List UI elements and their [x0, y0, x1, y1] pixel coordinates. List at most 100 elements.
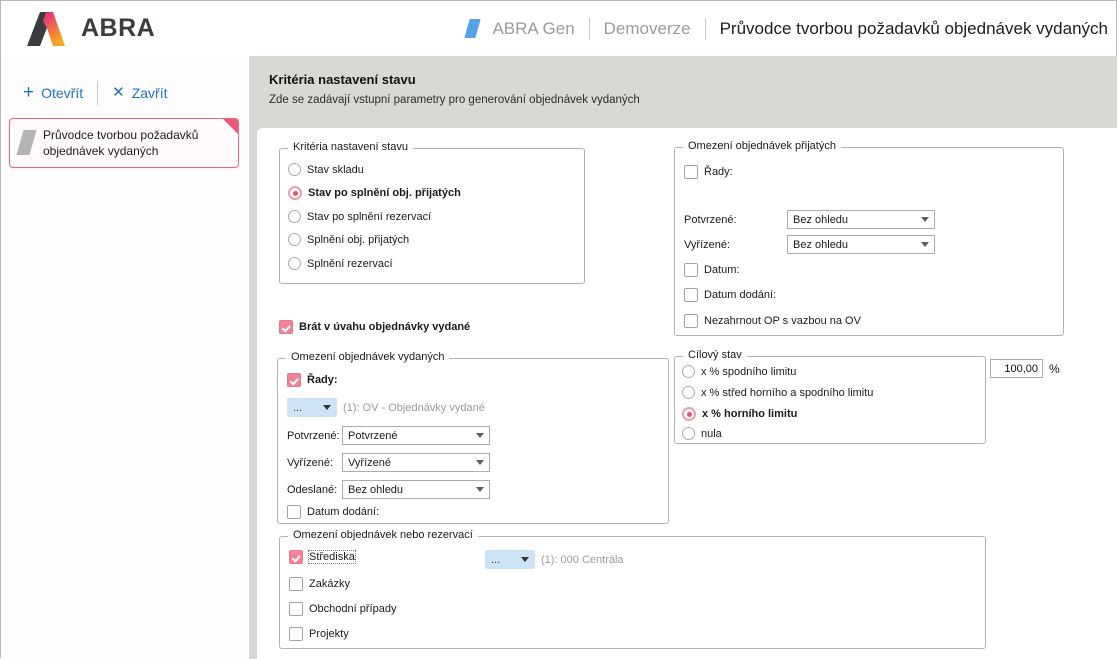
odeslane-select[interactable]: Bez ohledu: [342, 480, 490, 499]
radio-label: nula: [701, 428, 722, 440]
checkbox-label: Datum:: [704, 264, 739, 276]
checkbox-label: Řady:: [704, 166, 733, 178]
app-name: ABRA Gen: [492, 19, 574, 39]
rady-ov-picker-button[interactable]: ...: [287, 398, 337, 417]
strediska-picker-button[interactable]: ...: [485, 550, 535, 569]
radio-stav-po-splneni-op[interactable]: [288, 186, 302, 200]
checkbox-nezahrnout[interactable]: [684, 314, 698, 328]
sidebar: + Otevřít ✕ Zavřít Průvodce tvorbou poža…: [1, 56, 249, 659]
checkbox-strediska[interactable]: [289, 550, 303, 564]
checkbox-zakazky[interactable]: [289, 577, 303, 591]
radio-label: Splnění rezervací: [307, 258, 393, 270]
odeslane-label: Odeslané:: [287, 484, 337, 496]
radio-row-stav-po-splneni-rez[interactable]: Stav po splnění rezervací: [288, 210, 431, 223]
checkbox-row-projekty[interactable]: Projekty: [289, 627, 349, 641]
radio-row-horni-limit[interactable]: x % horního limitu: [682, 407, 797, 421]
open-button[interactable]: + Otevřít: [23, 85, 83, 101]
vyrizene-ov-value: Vyřízené: [348, 457, 391, 469]
nav-separator: [589, 18, 590, 40]
radio-row-splneni-rez[interactable]: Splnění rezervací: [288, 257, 393, 270]
checkbox-row-datum-dodani-op[interactable]: Datum dodání:: [684, 288, 776, 302]
top-bar: ABRA ABRA Gen Demoverze Průvodce tvorbou…: [1, 1, 1116, 56]
percent-sign: %: [1049, 362, 1060, 376]
include-issued-label: Brát v úvahu objednávky vydané: [299, 321, 470, 333]
potvrzene-op-select[interactable]: Bez ohledu: [787, 210, 935, 229]
ellipsis-icon: ...: [491, 556, 500, 564]
checkbox-obchodni-pripady[interactable]: [289, 602, 303, 616]
close-button-label: Zavřít: [132, 85, 168, 101]
abra-logo-text: ABRA: [81, 14, 155, 43]
radio-row-stred-limitu[interactable]: x % střed horního a spodního limitu: [682, 386, 873, 399]
vyrizene-ov-select[interactable]: Vyřízené: [342, 453, 490, 472]
plus-icon: +: [23, 86, 34, 100]
rady-ov-picker-row: ... (1): OV - Objednávky vydané: [287, 398, 485, 417]
chevron-down-icon: [921, 242, 929, 247]
potvrzene-op-value: Bez ohledu: [793, 214, 848, 226]
potvrzene-ov-value: Potvrzené: [348, 430, 398, 442]
radio-stav-skladu[interactable]: [288, 163, 301, 176]
checkbox-datum[interactable]: [684, 263, 698, 277]
radio-label: Stav po splnění rezervací: [307, 211, 431, 223]
ellipsis-icon: ...: [293, 404, 302, 412]
radio-label: Stav po splnění obj. přijatých: [308, 187, 461, 199]
chevron-down-icon: [476, 460, 484, 465]
checkbox-row-datum-dodani-ov[interactable]: Datum dodání:: [287, 505, 379, 519]
group-received-orders: Omezení objednávek přijatých Řady: Potvr…: [674, 147, 1064, 336]
checkbox-projekty[interactable]: [289, 627, 303, 641]
potvrzene-ov-select[interactable]: Potvrzené: [342, 426, 490, 445]
checkbox-row-datum[interactable]: Datum:: [684, 263, 739, 277]
close-icon: ✕: [112, 86, 125, 100]
radio-horni-limit[interactable]: [682, 407, 696, 421]
checkbox-row-nezahrnout[interactable]: Nezahrnout OP s vazbou na OV: [684, 314, 861, 328]
radio-spodni-limit[interactable]: [682, 365, 695, 378]
group-issued-orders: Omezení objednávek vydaných Řady: ... (1…: [277, 358, 669, 524]
wizard-tab-card[interactable]: Průvodce tvorbou požadavků objednávek vy…: [9, 118, 239, 168]
chevron-down-icon: [476, 433, 484, 438]
checkbox-datum-dodani-op[interactable]: [684, 288, 698, 302]
group-status-criteria: Kritéria nastavení stavu Stav skladu Sta…: [279, 148, 585, 284]
abra-gen-window: ABRA ABRA Gen Demoverze Průvodce tvorbou…: [0, 0, 1117, 658]
checkbox-row-rady-ov[interactable]: Řady:: [287, 373, 338, 387]
environment-name: Demoverze: [604, 19, 691, 39]
main-area: Kritéria nastavení stavu Zde se zadávají…: [249, 56, 1117, 659]
checkbox-label: Projekty: [309, 628, 349, 640]
group-issued-orders-legend: Omezení objednávek vydaných: [286, 351, 449, 363]
nav-separator: [705, 18, 706, 40]
checkbox-label: Datum dodání:: [307, 506, 379, 518]
radio-label: x % spodního limitu: [701, 366, 796, 378]
group-status-criteria-legend: Kritéria nastavení stavu: [288, 141, 413, 153]
radio-label: Splnění obj. přijatých: [307, 234, 409, 246]
radio-splneni-rez[interactable]: [288, 257, 301, 270]
checkbox-row-zakazky[interactable]: Zakázky: [289, 577, 350, 591]
radio-nula[interactable]: [682, 427, 695, 440]
radio-splneni-op[interactable]: [288, 233, 301, 246]
strediska-picker-value: (1): 000 Centrála: [541, 554, 624, 566]
checkbox-rady-ov[interactable]: [287, 373, 301, 387]
checkbox-row-rady-op[interactable]: Řady:: [684, 165, 733, 179]
checkbox-label: Řady:: [307, 374, 338, 386]
radio-row-splneni-op[interactable]: Splnění obj. přijatých: [288, 233, 409, 246]
checkbox-row-obchodni-pripady[interactable]: Obchodní případy: [289, 602, 396, 616]
checkbox-row-strediska[interactable]: Střediska: [289, 550, 355, 564]
radio-row-stav-skladu[interactable]: Stav skladu: [288, 163, 364, 176]
radio-row-spodni-limit[interactable]: x % spodního limitu: [682, 365, 796, 378]
checkbox-label: Obchodní případy: [309, 603, 396, 615]
rady-ov-picker-value: (1): OV - Objednávky vydané: [343, 402, 485, 414]
percent-input[interactable]: [990, 359, 1043, 378]
checkbox-label: Datum dodání:: [704, 289, 776, 301]
odeslane-value: Bez ohledu: [348, 484, 403, 496]
radio-stred-limitu[interactable]: [682, 386, 695, 399]
radio-row-nula[interactable]: nula: [682, 427, 722, 440]
radio-label: x % střed horního a spodního limitu: [701, 387, 873, 399]
checkbox-row-include-issued[interactable]: Brát v úvahu objednávky vydané: [279, 320, 470, 334]
checkbox-include-issued[interactable]: [279, 320, 293, 334]
checkbox-rady-op[interactable]: [684, 165, 698, 179]
radio-stav-po-splneni-rez[interactable]: [288, 210, 301, 223]
radio-row-stav-po-splneni-op[interactable]: Stav po splnění obj. přijatých: [288, 186, 461, 200]
close-button[interactable]: ✕ Zavřít: [112, 85, 167, 101]
vyrizene-op-select[interactable]: Bez ohledu: [787, 235, 935, 254]
checkbox-datum-dodani-ov[interactable]: [287, 505, 301, 519]
checkbox-label: Nezahrnout OP s vazbou na OV: [704, 315, 861, 327]
abra-slash-icon: [465, 19, 481, 38]
wizard-form-panel: Kritéria nastavení stavu Stav skladu Sta…: [257, 128, 1117, 659]
